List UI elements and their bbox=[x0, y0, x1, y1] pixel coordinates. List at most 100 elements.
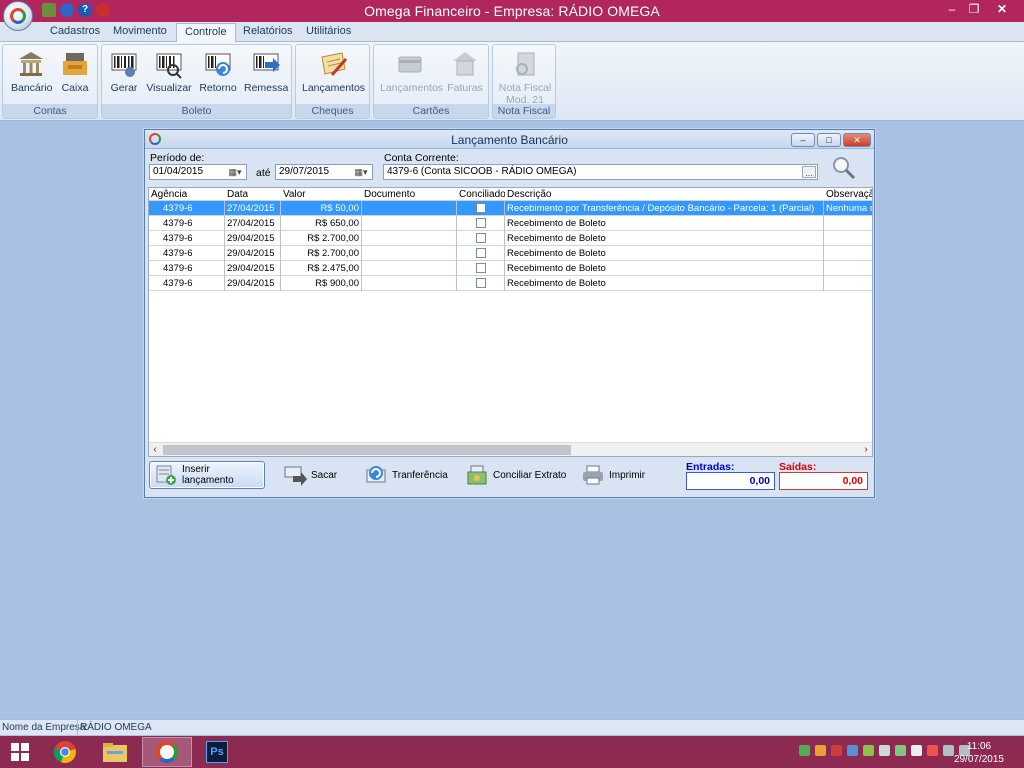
table-row[interactable]: 4379-6 27/04/2015 R$ 50,00 Recebimento por … bbox=[149, 201, 872, 216]
cell-observacao[interactable]: Nenhuma m bbox=[824, 201, 872, 216]
tray-app-icon[interactable] bbox=[815, 745, 826, 756]
tab-cadastros[interactable]: Cadastros bbox=[50, 25, 100, 37]
col-observacao[interactable]: Observação bbox=[824, 188, 872, 201]
cell-descricao[interactable]: Recebimento de Boleto bbox=[505, 246, 824, 261]
col-agencia[interactable]: Agência bbox=[149, 188, 224, 201]
cell-agencia[interactable]: 4379-6 bbox=[149, 276, 225, 291]
cell-data[interactable]: 27/04/2015 bbox=[225, 201, 281, 216]
cell-valor[interactable]: R$ 2.475,00 bbox=[281, 261, 362, 276]
cell-descricao[interactable]: Recebimento de Boleto bbox=[505, 216, 824, 231]
bancario-button[interactable]: Bancário bbox=[11, 49, 52, 94]
scrollbar-thumb[interactable] bbox=[163, 445, 571, 455]
explorer-taskbar-button[interactable] bbox=[90, 737, 140, 767]
cheques-lancamentos-button[interactable]: Lançamentos bbox=[302, 49, 365, 94]
cell-valor[interactable]: R$ 650,00 bbox=[281, 216, 362, 231]
cell-descricao[interactable]: Recebimento de Boleto bbox=[505, 231, 824, 246]
scroll-right-icon[interactable]: › bbox=[860, 443, 872, 456]
col-data[interactable]: Data bbox=[225, 188, 280, 201]
col-conciliado[interactable]: Conciliado bbox=[457, 188, 505, 201]
remessa-button[interactable]: Remessa bbox=[244, 49, 288, 94]
tab-movimento[interactable]: Movimento bbox=[113, 25, 167, 37]
periodo-ate-field[interactable]: 29/07/2015 ▦▾ bbox=[275, 164, 373, 180]
col-descricao[interactable]: Descrição bbox=[505, 188, 823, 201]
tray-network-icon[interactable] bbox=[927, 745, 938, 756]
nota-fiscal-button[interactable]: Nota Fiscal Mod. 21 bbox=[497, 49, 553, 106]
cell-agencia[interactable]: 4379-6 bbox=[149, 261, 225, 276]
cell-observacao[interactable] bbox=[824, 216, 872, 231]
cell-documento[interactable] bbox=[362, 246, 457, 261]
conciliado-checkbox[interactable] bbox=[475, 233, 486, 243]
caixa-button[interactable]: Caixa bbox=[57, 49, 93, 94]
tray-check-icon[interactable] bbox=[799, 745, 810, 756]
application-menu-button[interactable] bbox=[3, 1, 33, 31]
start-button[interactable] bbox=[0, 737, 40, 767]
cell-agencia[interactable]: 4379-6 bbox=[149, 246, 225, 261]
cell-descricao[interactable]: Recebimento de Boleto bbox=[505, 276, 824, 291]
conciliado-checkbox[interactable] bbox=[475, 218, 486, 228]
transferencia-button[interactable]: Tranferência bbox=[360, 461, 452, 489]
tray-cloud-icon[interactable] bbox=[911, 745, 922, 756]
table-row[interactable]: 4379-6 29/04/2015 R$ 2.475,00 Recebimento d… bbox=[149, 261, 872, 276]
tray-app-icon[interactable] bbox=[847, 745, 858, 756]
retorno-button[interactable]: Retorno bbox=[198, 49, 238, 94]
cell-documento[interactable] bbox=[362, 216, 457, 231]
cell-observacao[interactable] bbox=[824, 276, 872, 291]
cell-documento[interactable] bbox=[362, 276, 457, 291]
cell-valor[interactable]: R$ 50,00 bbox=[281, 201, 362, 216]
tray-app-icon[interactable] bbox=[895, 745, 906, 756]
cell-agencia[interactable]: 4379-6 bbox=[149, 231, 225, 246]
table-row[interactable]: 4379-6 29/04/2015 R$ 2.700,00 Recebimento d… bbox=[149, 246, 872, 261]
conciliado-checkbox[interactable] bbox=[475, 278, 486, 288]
conta-browse-button[interactable]: ... bbox=[802, 166, 816, 178]
restore-button[interactable]: ❐ bbox=[962, 2, 986, 16]
taskbar-clock[interactable]: 11:06 29/07/2015 bbox=[954, 740, 1004, 766]
col-valor[interactable]: Valor bbox=[281, 188, 361, 201]
table-row[interactable]: 4379-6 29/04/2015 R$ 2.700,00 Recebimento d… bbox=[149, 231, 872, 246]
table-row[interactable]: 4379-6 27/04/2015 R$ 650,00 Recebimento de … bbox=[149, 216, 872, 231]
col-documento[interactable]: Documento bbox=[362, 188, 457, 201]
close-button[interactable]: ✕ bbox=[990, 2, 1014, 16]
search-icon[interactable] bbox=[831, 155, 857, 181]
gerar-button[interactable]: Gerar bbox=[108, 49, 140, 94]
horizontal-scrollbar[interactable]: ‹ › bbox=[149, 442, 872, 456]
omega-taskbar-button[interactable] bbox=[142, 737, 192, 767]
cell-data[interactable]: 29/04/2015 bbox=[225, 276, 281, 291]
tab-controle[interactable]: Controle bbox=[176, 23, 236, 43]
cell-data[interactable]: 29/04/2015 bbox=[225, 231, 281, 246]
cell-documento[interactable] bbox=[362, 231, 457, 246]
faturas-button[interactable]: Faturas bbox=[446, 49, 484, 94]
tray-app-icon[interactable] bbox=[831, 745, 842, 756]
dialog-maximize-button[interactable]: □ bbox=[817, 133, 841, 147]
dialog-close-button[interactable]: ✕ bbox=[843, 133, 871, 147]
sacar-button[interactable]: Sacar bbox=[279, 461, 341, 489]
conciliado-checkbox[interactable] bbox=[475, 203, 486, 213]
scroll-left-icon[interactable]: ‹ bbox=[149, 443, 161, 456]
tab-relatorios[interactable]: Relatórios bbox=[243, 25, 293, 37]
tray-app-icon[interactable] bbox=[879, 745, 890, 756]
cell-agencia[interactable]: 4379-6 bbox=[149, 201, 225, 216]
cell-valor[interactable]: R$ 2.700,00 bbox=[281, 246, 362, 261]
cell-valor[interactable]: R$ 900,00 bbox=[281, 276, 362, 291]
dialog-minimize-button[interactable]: – bbox=[791, 133, 815, 147]
calendar-dropdown-icon[interactable]: ▦▾ bbox=[225, 166, 245, 178]
inserir-lancamento-button[interactable]: Inserir lançamento bbox=[149, 461, 265, 489]
tray-flag-icon[interactable] bbox=[943, 745, 954, 756]
cell-data[interactable]: 29/04/2015 bbox=[225, 246, 281, 261]
table-row[interactable]: 4379-6 29/04/2015 R$ 900,00 Recebimento de … bbox=[149, 276, 872, 291]
photoshop-taskbar-button[interactable]: Ps bbox=[192, 737, 242, 767]
cartoes-lancamentos-button[interactable]: Lançamentos bbox=[380, 49, 443, 94]
periodo-de-field[interactable]: 01/04/2015 ▦▾ bbox=[149, 164, 247, 180]
cell-documento[interactable] bbox=[362, 261, 457, 276]
conciliar-extrato-button[interactable]: Conciliar Extrato bbox=[461, 461, 570, 489]
cell-observacao[interactable] bbox=[824, 261, 872, 276]
visualizar-button[interactable]: Visualizar bbox=[146, 49, 192, 94]
cell-agencia[interactable]: 4379-6 bbox=[149, 216, 225, 231]
chrome-taskbar-button[interactable] bbox=[40, 737, 90, 767]
tab-utilitarios[interactable]: Utilitários bbox=[306, 25, 351, 37]
cell-data[interactable]: 29/04/2015 bbox=[225, 261, 281, 276]
conciliado-checkbox[interactable] bbox=[475, 263, 486, 273]
calendar-dropdown-icon[interactable]: ▦▾ bbox=[351, 166, 371, 178]
imprimir-button[interactable]: Imprimir bbox=[577, 461, 649, 489]
conciliado-checkbox[interactable] bbox=[475, 248, 486, 258]
cell-documento[interactable] bbox=[362, 201, 457, 216]
